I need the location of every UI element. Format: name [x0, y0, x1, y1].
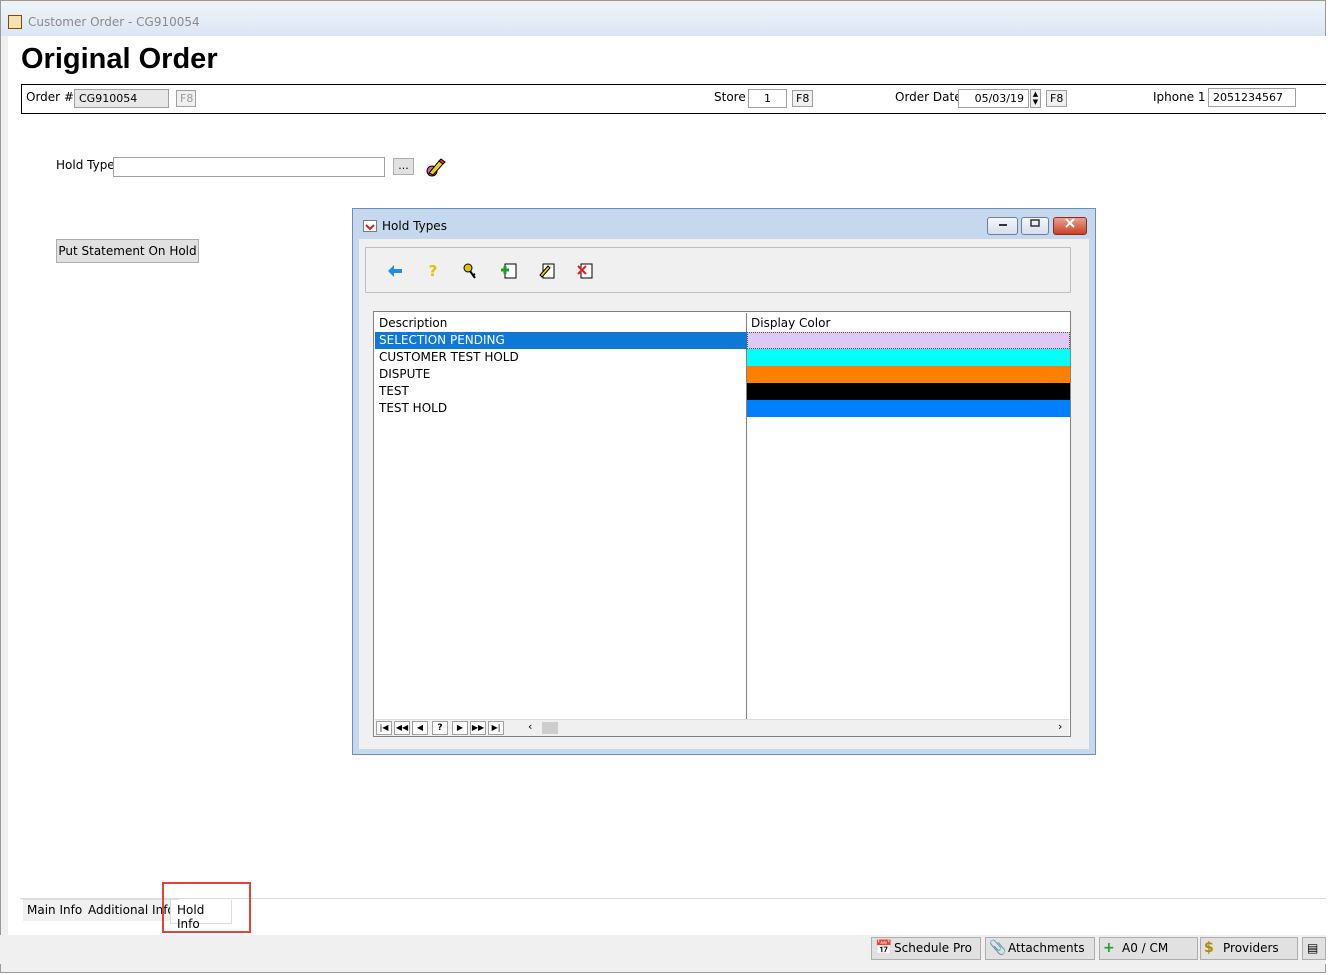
paperclip-icon: 📎	[989, 940, 1007, 956]
last-record-icon[interactable]: ▶|	[488, 721, 504, 735]
maximize-button[interactable]	[1021, 217, 1049, 235]
minimize-icon	[998, 224, 1007, 226]
ao-cm-button[interactable]: + A0 / CM	[1099, 937, 1198, 960]
back-arrow-icon[interactable]	[385, 261, 405, 281]
attachments-button[interactable]: 📎 Attachments	[985, 937, 1095, 960]
pencil-edit-icon[interactable]	[424, 157, 446, 177]
scroll-left-icon[interactable]: ‹	[528, 720, 532, 733]
attachments-label: Attachments	[1008, 941, 1085, 955]
hold-types-dialog: Hold Types ? Description Display Color S…	[352, 208, 1096, 755]
previous-record-icon[interactable]: ◀	[412, 721, 428, 735]
calendar-icon: 📅	[875, 940, 893, 956]
next-page-icon[interactable]: ▶▶	[470, 721, 486, 735]
close-button[interactable]	[1053, 217, 1087, 235]
table-row[interactable]: TEST	[375, 383, 747, 400]
horizontal-scrollbar[interactable]	[524, 721, 1069, 735]
table-row[interactable]: DISPUTE	[375, 366, 747, 383]
phone-label: Iphone 1	[1153, 90, 1206, 104]
close-icon	[1065, 218, 1075, 228]
column-header-description[interactable]: Description	[375, 313, 746, 332]
color-swatch[interactable]	[747, 366, 1070, 383]
minimize-button[interactable]	[987, 217, 1018, 235]
store-label: Store	[714, 90, 746, 104]
hold-type-field[interactable]	[113, 157, 385, 177]
put-statement-on-hold-button[interactable]: Put Statement On Hold	[56, 239, 199, 263]
ao-cm-label: A0 / CM	[1122, 941, 1169, 955]
scrollbar-thumb[interactable]	[542, 722, 558, 734]
table-row[interactable]: SELECTION PENDING	[375, 332, 747, 349]
add-record-icon[interactable]	[499, 261, 519, 281]
restore-icon	[1030, 219, 1040, 227]
order-date-label: Order Date	[895, 90, 962, 104]
notes-button[interactable]: ▤	[1302, 937, 1326, 960]
annotation-highlight-box	[162, 882, 251, 933]
phone-field[interactable]: 2051234567	[1208, 88, 1296, 107]
dialog-title: Hold Types	[382, 219, 447, 233]
hold-types-grid: Description Display Color SELECTION PEND…	[373, 311, 1071, 737]
edit-record-icon[interactable]	[537, 261, 557, 281]
providers-label: Providers	[1223, 941, 1279, 955]
notes-icon: ▤	[1307, 941, 1319, 955]
providers-icon: $	[1204, 940, 1214, 956]
first-record-icon[interactable]: |◀	[376, 721, 392, 735]
order-number-field[interactable]: CG910054	[74, 89, 169, 108]
hold-type-browse-button[interactable]: ...	[393, 158, 414, 175]
hold-type-label: Hold Type	[56, 158, 115, 172]
schedule-pro-button[interactable]: 📅 Schedule Pro	[871, 937, 981, 960]
color-swatch[interactable]	[747, 332, 1070, 349]
table-row[interactable]: TEST HOLD	[375, 400, 747, 417]
nav-help-button[interactable]: ?	[432, 721, 448, 735]
store-lookup-button[interactable]: F8	[792, 90, 813, 107]
color-swatch[interactable]	[747, 383, 1070, 400]
order-date-field[interactable]: 05/03/19	[958, 89, 1029, 108]
order-lookup-button[interactable]: F8	[176, 90, 196, 107]
table-row[interactable]: CUSTOMER TEST HOLD	[375, 349, 747, 366]
providers-button[interactable]: $ Providers	[1200, 937, 1298, 960]
key-icon[interactable]	[461, 261, 481, 281]
schedule-pro-label: Schedule Pro	[894, 941, 972, 955]
store-field[interactable]: 1	[748, 89, 787, 108]
next-record-icon[interactable]: ▶	[452, 721, 468, 735]
order-date-lookup-button[interactable]: F8	[1046, 90, 1067, 107]
document-edit-icon	[8, 15, 22, 29]
previous-page-icon[interactable]: ◀◀	[394, 721, 410, 735]
window-title: Customer Order - CG910054	[28, 15, 200, 29]
color-swatch[interactable]	[747, 349, 1070, 366]
scroll-right-icon[interactable]: ›	[1058, 720, 1062, 733]
order-number-label: Order #	[26, 90, 74, 104]
order-header-bar	[21, 84, 1326, 114]
tab-main-info[interactable]: Main Info	[23, 899, 87, 921]
page-title: Original Order	[21, 43, 218, 75]
color-swatch[interactable]	[747, 400, 1070, 417]
date-spin-control[interactable]: ▲ ▼	[1030, 89, 1041, 108]
add-document-icon: +	[1103, 940, 1115, 956]
delete-record-icon[interactable]	[575, 261, 595, 281]
dialog-app-icon	[363, 220, 377, 232]
column-header-display-color[interactable]: Display Color	[747, 313, 1070, 332]
help-icon[interactable]: ?	[423, 261, 443, 281]
